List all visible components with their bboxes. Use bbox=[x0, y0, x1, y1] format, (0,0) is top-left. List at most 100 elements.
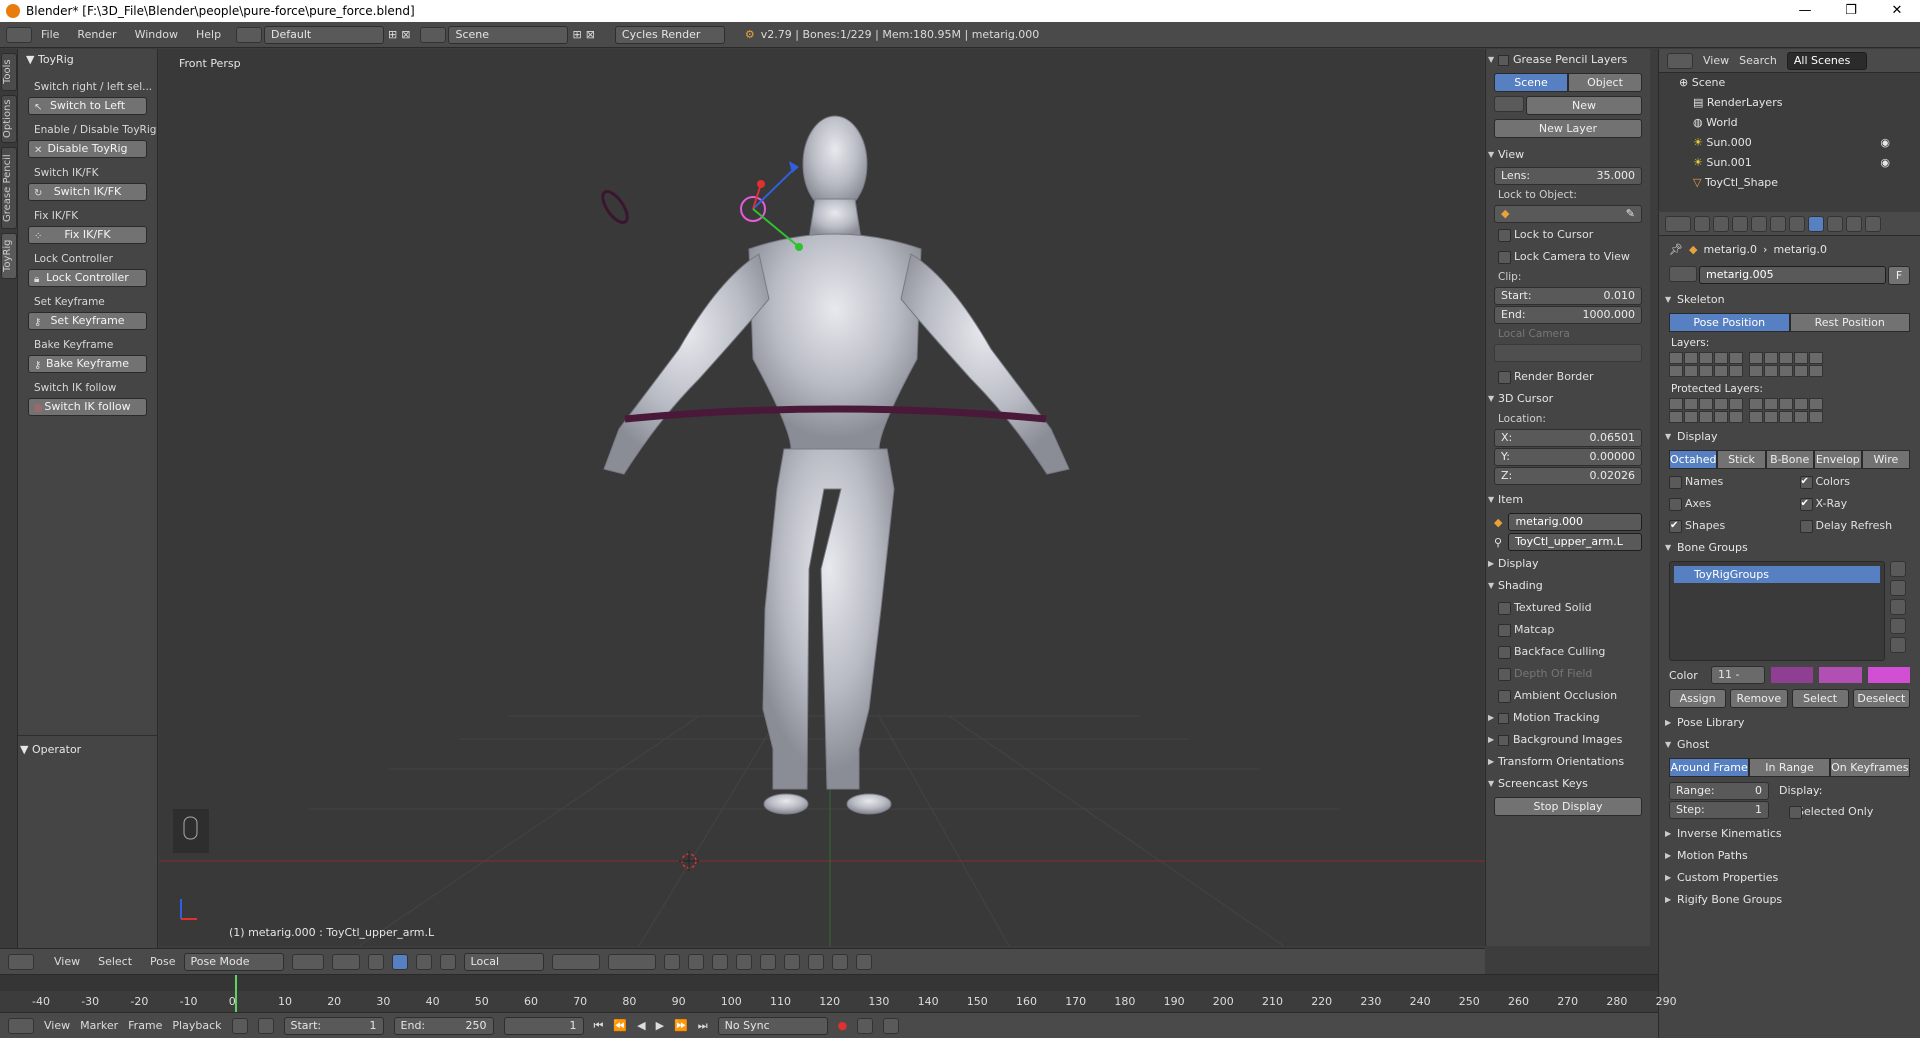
stop-display-button[interactable]: Stop Display bbox=[1494, 797, 1642, 816]
bake-keyframe-button[interactable]: ⚷ Bake Keyframe bbox=[28, 355, 147, 373]
character-mesh[interactable] bbox=[603, 115, 1070, 815]
render-engine-select[interactable]: Cycles Render bbox=[614, 25, 725, 44]
proportional-icon[interactable] bbox=[687, 953, 704, 970]
preview-range-icon[interactable] bbox=[231, 1017, 248, 1034]
scale-icon[interactable] bbox=[439, 953, 456, 970]
set-keyframe-button[interactable]: ⚷ Set Keyframe bbox=[28, 312, 147, 330]
lock-object-field[interactable]: ◆ ✎ bbox=[1494, 205, 1642, 223]
gizmo-y-handle[interactable] bbox=[795, 243, 803, 251]
armature-data-icon[interactable] bbox=[1669, 266, 1697, 282]
pin-icon[interactable]: 📌︎ bbox=[1669, 243, 1683, 256]
layers-grid-1-icon[interactable] bbox=[551, 953, 600, 970]
record-icon[interactable]: ● bbox=[838, 1019, 848, 1032]
display-header[interactable]: Display bbox=[1486, 553, 1650, 575]
menu-file[interactable]: File bbox=[32, 28, 68, 41]
close-button[interactable]: ✕ bbox=[1874, 0, 1920, 22]
motion-tracking-header[interactable]: Motion Tracking bbox=[1486, 707, 1650, 729]
switch-ik-follow-button[interactable]: ◎ Switch IK follow bbox=[28, 398, 147, 416]
toyrig-panel-header[interactable]: ▼ ToyRig bbox=[18, 49, 157, 69]
shading-mode-icon[interactable] bbox=[291, 953, 324, 970]
render-tab-icon[interactable] bbox=[1694, 215, 1710, 232]
shoulder-controller-right[interactable] bbox=[598, 188, 632, 227]
ghost-header[interactable]: Ghost bbox=[1659, 734, 1920, 756]
constraints-tab-icon[interactable] bbox=[1789, 215, 1805, 232]
play-reverse-icon[interactable]: ◀ bbox=[637, 1019, 645, 1032]
add-scene-icon[interactable]: ⊞ bbox=[572, 28, 581, 41]
eyedropper-icon[interactable]: ✎ bbox=[1626, 206, 1635, 222]
inverse-kinematics-header[interactable]: Inverse Kinematics bbox=[1659, 823, 1920, 845]
scene-icon[interactable] bbox=[420, 26, 447, 43]
sync-select[interactable]: No Sync bbox=[717, 1016, 828, 1035]
clip-start-field[interactable]: Start: 0.010 bbox=[1494, 287, 1642, 305]
rotate-icon[interactable] bbox=[415, 953, 432, 970]
render-border-checkbox[interactable]: Render Border bbox=[1486, 366, 1650, 388]
snap-target-icon[interactable] bbox=[735, 953, 752, 970]
maximize-button[interactable]: ❐ bbox=[1828, 0, 1874, 22]
motion-tracking-checkbox[interactable] bbox=[1498, 712, 1509, 724]
display-octahedral[interactable]: Octahed bbox=[1669, 450, 1718, 469]
move-up-icon[interactable] bbox=[1890, 618, 1906, 634]
skeleton-header[interactable]: Skeleton bbox=[1659, 289, 1920, 311]
selected-only-checkbox[interactable]: Selected Only bbox=[1779, 801, 1920, 823]
next-key-icon[interactable]: ⏩ bbox=[674, 1019, 688, 1032]
remove-screen-icon[interactable]: ⊠ bbox=[401, 28, 410, 41]
item-bone-field[interactable]: ToyCtl_upper_arm.L bbox=[1508, 533, 1642, 551]
select-button[interactable]: Select bbox=[1791, 689, 1849, 708]
ghost-in-range[interactable]: In Range bbox=[1749, 758, 1830, 777]
menu-pose[interactable]: Pose bbox=[150, 955, 175, 968]
scene-field[interactable]: Scene bbox=[448, 25, 569, 44]
item-header[interactable]: Item bbox=[1486, 489, 1650, 511]
menu-window[interactable]: Window bbox=[126, 28, 187, 41]
jump-start-icon[interactable]: ⏮ bbox=[594, 1019, 604, 1033]
color-set-select[interactable]: 11 - bbox=[1711, 666, 1765, 684]
bone-constraints-tab-icon[interactable] bbox=[1846, 215, 1862, 232]
mode-select[interactable]: Pose Mode bbox=[183, 952, 284, 971]
editor-type-icon[interactable] bbox=[6, 26, 32, 43]
pose-library-header[interactable]: Pose Library bbox=[1659, 712, 1920, 734]
gp-object-tab[interactable]: Object bbox=[1568, 73, 1642, 92]
cursor-x-field[interactable]: X: 0.06501 bbox=[1494, 429, 1642, 447]
menu-view[interactable]: View bbox=[54, 955, 80, 968]
current-frame-field[interactable]: 1 bbox=[503, 1016, 584, 1035]
editor-type-icon[interactable] bbox=[1667, 52, 1693, 69]
display-stick[interactable]: Stick bbox=[1717, 450, 1766, 469]
matcap-checkbox[interactable]: Matcap bbox=[1486, 619, 1650, 641]
new-layer-button[interactable]: New Layer bbox=[1494, 119, 1642, 138]
bone-groups-list[interactable]: ToyRigGroups bbox=[1669, 561, 1885, 661]
visibility-icon[interactable]: ◉ bbox=[1880, 153, 1890, 173]
tl-menu-view[interactable]: View bbox=[44, 1019, 70, 1032]
remove-group-icon[interactable] bbox=[1890, 580, 1906, 596]
bone-group-item[interactable]: ToyRigGroups bbox=[1674, 566, 1880, 583]
armature-name-field[interactable]: metarig.005 bbox=[1699, 266, 1886, 284]
colors-checkbox[interactable]: Colors bbox=[1790, 471, 1920, 493]
add-group-icon[interactable] bbox=[1890, 561, 1906, 577]
rigify-bone-groups-header[interactable]: Rigify Bone Groups bbox=[1659, 889, 1920, 911]
outliner-item-scene[interactable]: ⊕ Scene bbox=[1659, 73, 1920, 93]
display-bbone[interactable]: B-Bone bbox=[1765, 450, 1814, 469]
tab-toyrig[interactable]: ToyRig bbox=[1, 233, 17, 279]
menu-render[interactable]: Render bbox=[68, 28, 125, 41]
editor-type-icon[interactable] bbox=[8, 1017, 34, 1034]
display-envelope[interactable]: Envelop bbox=[1813, 450, 1862, 469]
color-swatch-normal[interactable] bbox=[1771, 667, 1814, 683]
custom-properties-header[interactable]: Custom Properties bbox=[1659, 867, 1920, 889]
cursor-z-field[interactable]: Z: 0.02026 bbox=[1494, 467, 1642, 485]
display-wire[interactable]: Wire bbox=[1861, 450, 1910, 469]
lock-controller-button[interactable]: 🔒︎ Lock Controller bbox=[28, 269, 147, 287]
editor-type-icon[interactable] bbox=[8, 953, 34, 970]
pose-copy-icon[interactable] bbox=[807, 953, 824, 970]
start-frame-field[interactable]: Start: 1 bbox=[283, 1016, 384, 1035]
translate-icon[interactable] bbox=[391, 953, 408, 970]
protected-layers-grid[interactable] bbox=[1659, 398, 1920, 426]
minimize-button[interactable]: — bbox=[1782, 0, 1828, 22]
physics-tab-icon[interactable] bbox=[1865, 215, 1881, 232]
menu-help[interactable]: Help bbox=[187, 28, 230, 41]
outliner-item-renderlayers[interactable]: ▤ RenderLayers bbox=[1659, 93, 1920, 113]
pencil-icon[interactable] bbox=[1494, 96, 1524, 112]
lock-camera-checkbox[interactable]: Lock Camera to View bbox=[1486, 246, 1650, 268]
screen-layout-icon[interactable] bbox=[236, 26, 263, 43]
item-object-field[interactable]: metarig.000 bbox=[1508, 513, 1642, 531]
insert-key-icon[interactable] bbox=[883, 1017, 900, 1034]
outliner-filter-select[interactable]: All Scenes bbox=[1786, 51, 1867, 70]
ambient-occlusion-checkbox[interactable]: Ambient Occlusion bbox=[1486, 685, 1650, 707]
